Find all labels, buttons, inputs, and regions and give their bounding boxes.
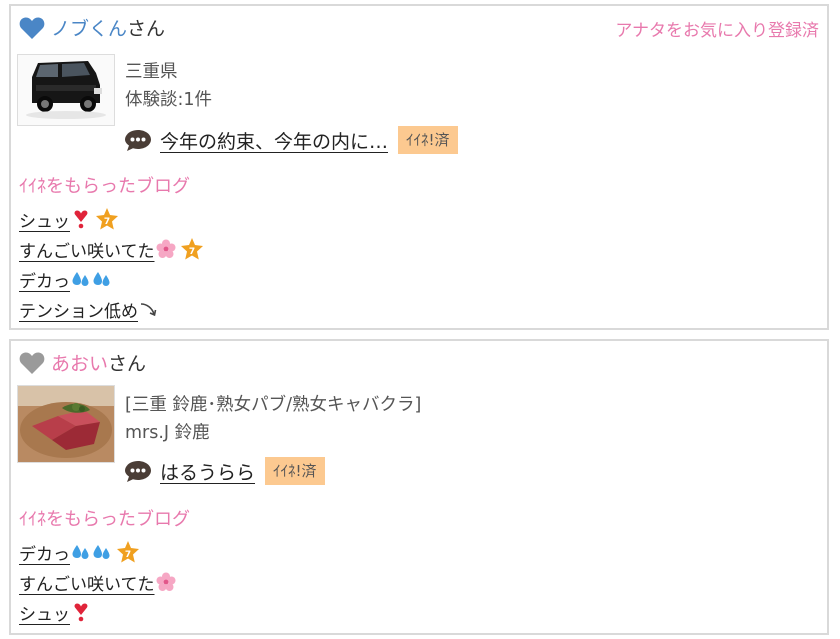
user-header: あおい さん bbox=[19, 349, 146, 376]
blog-link[interactable]: シュッ bbox=[19, 600, 91, 625]
speech-bubble-icon bbox=[125, 461, 151, 482]
shop-name: mrs.J 鈴鹿 bbox=[125, 423, 210, 443]
liked-review: はるうらら ｲｲﾈ!済 bbox=[124, 457, 325, 485]
heart-exclamation-icon bbox=[74, 603, 88, 622]
list-item: デカっ bbox=[19, 264, 204, 294]
list-item: シュッ bbox=[19, 597, 176, 627]
blog-title: デカっ bbox=[19, 544, 70, 565]
svg-text:7: 7 bbox=[125, 550, 131, 560]
cherry-blossom-icon bbox=[156, 572, 175, 591]
liked-blog-list: シュッ 7 すんごい咲いてた 7 デカっ テンション低め bbox=[19, 204, 204, 324]
review-title-link[interactable]: はるうらら bbox=[160, 458, 255, 485]
blog-link[interactable]: テンション低め bbox=[19, 297, 159, 322]
user-card: ノブくん さん アナタをお気に入り登録済 三重県 体験談:1件 今年の約束、今年の… bbox=[9, 4, 829, 330]
svg-text:7: 7 bbox=[188, 247, 194, 257]
user-meta: [三重 鈴鹿･熟女パブ/熟女キャバクラ] mrs.J 鈴鹿 bbox=[125, 391, 421, 447]
user-avatar[interactable] bbox=[17, 385, 115, 463]
blog-link[interactable]: すんごい咲いてた bbox=[19, 570, 176, 595]
svg-text:7: 7 bbox=[104, 217, 110, 227]
sweat-droplets-icon bbox=[72, 272, 89, 286]
blog-link[interactable]: シュッ bbox=[19, 207, 91, 232]
user-prefecture: 三重県 bbox=[125, 62, 178, 82]
speech-bubble-icon bbox=[125, 130, 151, 151]
blog-link[interactable]: デカっ bbox=[19, 267, 112, 292]
user-avatar[interactable] bbox=[17, 54, 115, 126]
cherry-blossom-icon bbox=[156, 239, 175, 258]
favorite-status-link[interactable]: アナタをお気に入り登録済 bbox=[615, 16, 819, 41]
blog-title: シュッ bbox=[19, 211, 70, 232]
list-item: シュッ 7 bbox=[19, 204, 204, 234]
blog-title: テンション低め bbox=[19, 301, 138, 322]
heart-exclamation-icon bbox=[74, 210, 88, 229]
heart-icon[interactable] bbox=[19, 16, 45, 40]
user-meta: 三重県 体験談:1件 bbox=[125, 58, 212, 114]
list-item: すんごい咲いてた 7 bbox=[19, 234, 204, 264]
list-item: デカっ 7 bbox=[19, 537, 176, 567]
liked-badge: ｲｲﾈ!済 bbox=[265, 457, 325, 485]
liked-blogs-heading: ｲｲﾈをもらったブログ bbox=[19, 509, 190, 530]
liked-blogs-heading: ｲｲﾈをもらったブログ bbox=[19, 176, 190, 197]
blog-title: デカっ bbox=[19, 271, 70, 292]
review-title-link[interactable]: 今年の約束、今年の内に… bbox=[160, 127, 388, 154]
heart-icon[interactable] bbox=[19, 351, 45, 375]
liked-blog-list: デカっ 7 すんごい咲いてた シュッ bbox=[19, 537, 176, 627]
star-badge-icon: 7 bbox=[117, 541, 139, 563]
liked-review: 今年の約束、今年の内に… ｲｲﾈ!済 bbox=[124, 126, 458, 154]
user-card: あおい さん [三重 鈴鹿･熟女パブ/熟女キャバクラ] mrs.J 鈴鹿 はるうら… bbox=[9, 339, 829, 635]
list-item: すんごい咲いてた bbox=[19, 567, 176, 597]
user-review-count: 体験談:1件 bbox=[125, 90, 213, 110]
sweat-droplets-icon bbox=[72, 545, 89, 559]
honorific: さん bbox=[127, 18, 166, 40]
star-badge-icon: 7 bbox=[96, 208, 118, 230]
liked-badge: ｲｲﾈ!済 bbox=[398, 126, 458, 154]
blog-link[interactable]: すんごい咲いてた bbox=[19, 237, 176, 262]
blog-link[interactable]: デカっ bbox=[19, 540, 112, 565]
sweat-droplets-icon bbox=[93, 545, 110, 559]
user-header: ノブくん さん bbox=[19, 14, 165, 41]
arrow-down-right-icon bbox=[140, 303, 157, 317]
steak-image bbox=[18, 386, 114, 462]
honorific: さん bbox=[108, 353, 147, 375]
blog-title: すんごい咲いてた bbox=[19, 574, 155, 595]
user-name-link[interactable]: ノブくん bbox=[51, 14, 127, 41]
blog-title: すんごい咲いてた bbox=[19, 241, 155, 262]
blog-title: シュッ bbox=[19, 604, 70, 625]
user-name-link[interactable]: あおい bbox=[51, 349, 108, 376]
star-badge-icon: 7 bbox=[180, 238, 203, 260]
sweat-droplets-icon bbox=[93, 272, 110, 286]
car-image bbox=[18, 55, 114, 125]
list-item: テンション低め bbox=[19, 294, 204, 324]
shop-category: [三重 鈴鹿･熟女パブ/熟女キャバクラ] bbox=[125, 395, 422, 415]
